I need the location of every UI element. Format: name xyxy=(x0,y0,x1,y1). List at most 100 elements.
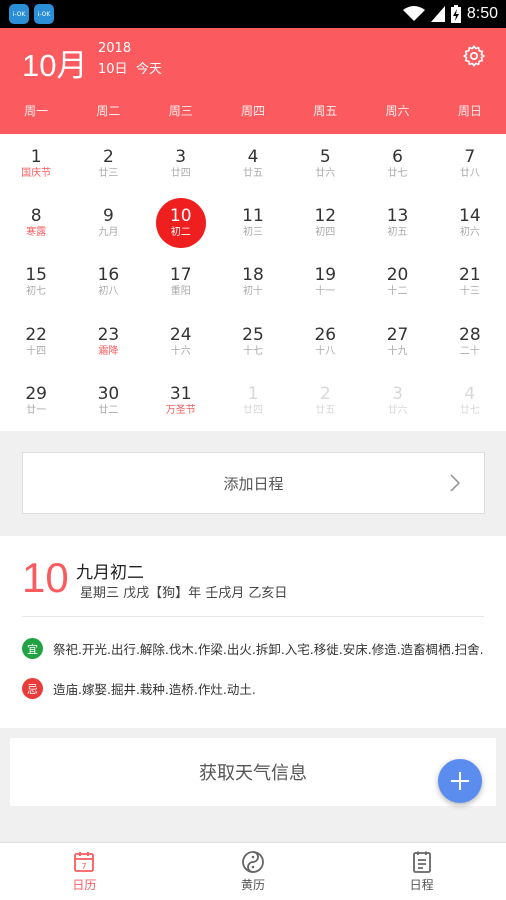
add-schedule-label: 添加日程 xyxy=(223,474,284,493)
calendar-day[interactable]: 7 廿八 xyxy=(434,134,506,193)
clock: 8:50 xyxy=(466,5,498,22)
calendar-day[interactable]: 23 霜降 xyxy=(72,312,144,371)
divider xyxy=(22,616,484,617)
calendar-day[interactable]: 30 廿二 xyxy=(72,372,144,431)
almanac-suitable-row: 宜 祭祀.开光.出行.解除.伐木.作梁.出火.拆卸.入宅.移徙.安床.修造.造畜… xyxy=(22,638,484,659)
svg-text:7: 7 xyxy=(82,862,87,871)
avoid-badge: 忌 xyxy=(22,678,43,699)
calendar-day[interactable]: 3 廿四 xyxy=(145,134,217,193)
almanac-ganzhi: 星期三 戊戌【狗】年 壬戌月 乙亥日 xyxy=(80,586,288,601)
calendar-day[interactable]: 8 寒露 xyxy=(0,193,72,252)
calendar-day[interactable]: 28 二十 xyxy=(434,312,506,371)
calendar-day[interactable]: 12 初四 xyxy=(289,193,361,252)
lunar-label: 廿七 xyxy=(459,405,480,417)
nav-item-almanac[interactable]: 黄历 xyxy=(169,843,338,900)
nav-label: 黄历 xyxy=(241,878,266,892)
calendar-day[interactable]: 4 廿七 xyxy=(434,372,506,431)
calendar-day[interactable]: 13 初五 xyxy=(361,193,433,252)
month-title[interactable]: 10月 xyxy=(22,40,87,85)
day-number: 14 xyxy=(459,206,481,227)
calendar-day[interactable]: 2 廿三 xyxy=(72,134,144,193)
avoid-text: 造庙.嫁娶.掘井.栽种.造桥.作灶.动土. xyxy=(53,682,256,697)
calendar-day[interactable]: 25 十七 xyxy=(217,312,289,371)
lunar-label: 十八 xyxy=(315,345,336,357)
day-number: 20 xyxy=(386,265,409,286)
day-number: 10 xyxy=(169,206,192,227)
calendar-day[interactable]: 1 国庆节 xyxy=(0,134,72,193)
yin-yang-icon xyxy=(242,851,264,873)
lunar-label: 初五 xyxy=(387,227,408,239)
day-number: 19 xyxy=(314,265,337,286)
weekday-label: 周三 xyxy=(168,104,193,118)
weekday-row: 周一 周二 周三 周四 周五 周六 周日 xyxy=(0,102,506,119)
get-weather-button[interactable]: 获取天气信息 xyxy=(10,738,496,806)
lunar-label: 廿六 xyxy=(387,405,408,417)
day-number: 23 xyxy=(97,324,120,345)
add-fab-button[interactable] xyxy=(438,759,482,803)
lunar-label: 十三 xyxy=(459,286,480,298)
weekday-label: 周二 xyxy=(96,104,121,118)
calendar-day[interactable]: 31 万圣节 xyxy=(145,372,217,431)
bottom-nav: 7 日历 黄历 日程 xyxy=(0,842,506,900)
lunar-label: 十一 xyxy=(315,286,336,298)
calendar-week-row: 8 寒露 9 九月 10 初二 11 初三 12 初四 13 初五 14 初六 xyxy=(0,193,506,252)
lunar-label: 初十 xyxy=(242,286,263,298)
lunar-label: 廿四 xyxy=(170,167,191,179)
lunar-label: 初三 xyxy=(242,227,263,239)
nav-item-schedule[interactable]: 日程 xyxy=(337,843,506,900)
plus-icon xyxy=(451,772,469,790)
lunar-label: 十二 xyxy=(387,286,408,298)
calendar-day[interactable]: 15 初七 xyxy=(0,253,72,312)
calendar-day[interactable]: 1 廿四 xyxy=(217,372,289,431)
day-number: 28 xyxy=(459,324,481,345)
nav-item-calendar[interactable]: 7 日历 xyxy=(0,843,169,900)
calendar-day[interactable]: 27 十九 xyxy=(361,312,433,371)
calendar-week-row: 15 初七 16 初八 17 重阳 18 初十 19 十一 20 十二 21 十三 xyxy=(0,253,506,312)
lunar-label: 廿七 xyxy=(387,167,408,179)
calendar-day[interactable]: 20 十二 xyxy=(361,253,433,312)
status-bar: i-OK i-OK 8:50 xyxy=(0,0,506,28)
calendar-day[interactable]: 2 廿五 xyxy=(289,372,361,431)
calendar-day[interactable]: 18 初十 xyxy=(217,253,289,312)
day-number: 2 xyxy=(103,146,114,167)
lunar-label: 廿六 xyxy=(315,167,336,179)
calendar-day[interactable]: 4 廿五 xyxy=(217,134,289,193)
calendar-day[interactable]: 22 十四 xyxy=(0,312,72,371)
festival-label: 万圣节 xyxy=(165,405,196,417)
calendar-day[interactable]: 5 廿六 xyxy=(289,134,361,193)
day-number: 1 xyxy=(247,384,259,405)
weekday-label: 周六 xyxy=(385,104,410,118)
day-number: 3 xyxy=(175,146,187,167)
calendar-day[interactable]: 17 重阳 xyxy=(145,253,217,312)
day-number: 22 xyxy=(25,324,47,345)
calendar-day[interactable]: 16 初八 xyxy=(72,253,144,312)
lunar-label: 初四 xyxy=(315,227,336,239)
calendar-day[interactable]: 21 十三 xyxy=(434,253,506,312)
calendar-day[interactable]: 14 初六 xyxy=(434,193,506,252)
today-label[interactable]: 今天 xyxy=(136,58,162,77)
lunar-label: 初七 xyxy=(26,286,47,298)
weather-label: 获取天气信息 xyxy=(199,763,307,784)
calendar-grid: 1 国庆节 2 廿三 3 廿四 4 廿五 5 廿六 6 廿七 7 廿八 8 寒露 9 九月 10 初二 11 初三 12 初四… xyxy=(0,134,506,431)
calendar-day[interactable]: 26 十八 xyxy=(289,312,361,371)
gear-icon[interactable] xyxy=(462,44,486,68)
day-number: 13 xyxy=(386,206,409,227)
calendar-day[interactable]: 29 廿一 xyxy=(0,372,72,431)
day-number: 26 xyxy=(314,324,337,345)
weekday-label: 周五 xyxy=(313,104,338,118)
lunar-label: 初八 xyxy=(98,286,119,298)
chevron-right-icon xyxy=(450,474,461,492)
almanac-day: 10 xyxy=(22,554,69,601)
day-number: 9 xyxy=(103,206,114,227)
calendar-day[interactable]: 3 廿六 xyxy=(361,372,433,431)
calendar-day[interactable]: 11 初三 xyxy=(217,193,289,252)
calendar-day[interactable]: 6 廿七 xyxy=(361,134,433,193)
calendar-day[interactable]: 24 十六 xyxy=(145,312,217,371)
almanac-card[interactable]: 10 九月初二 星期三 戊戌【狗】年 壬戌月 乙亥日 宜 祭祀.开光.出行.解除… xyxy=(0,536,506,728)
add-schedule-button[interactable]: 添加日程 xyxy=(22,452,485,514)
calendar-day[interactable]: 19 十一 xyxy=(289,253,361,312)
calendar-day[interactable]: 9 九月 xyxy=(72,193,144,252)
calendar-day-selected[interactable]: 10 初二 xyxy=(145,193,217,252)
day-number: 29 xyxy=(25,384,47,405)
lunar-label: 初六 xyxy=(459,227,480,239)
